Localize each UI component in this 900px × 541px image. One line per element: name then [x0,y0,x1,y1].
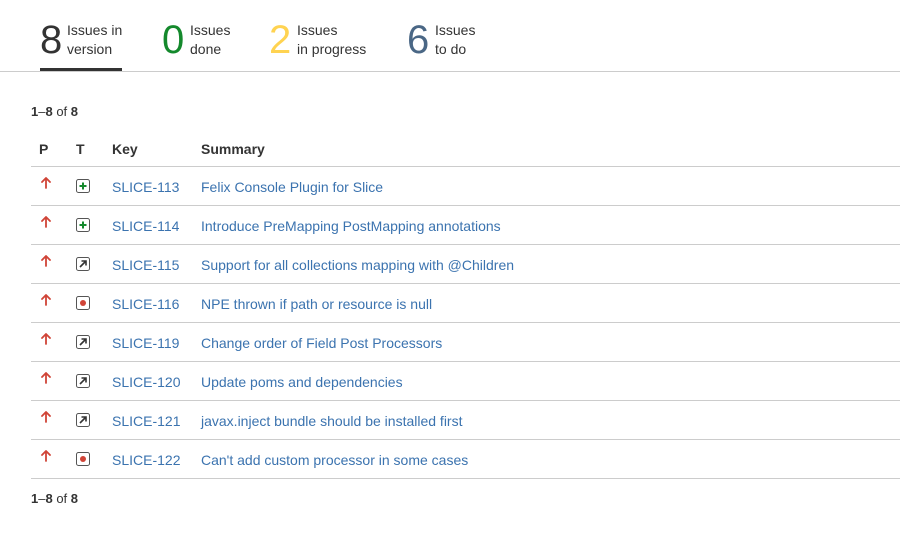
stat-issues-done[interactable]: 0 Issues done [162,18,234,71]
issue-summary-link[interactable]: Update poms and dependencies [201,373,403,391]
stat-number: 2 [269,18,292,62]
table-row: SLICE-116 NPE thrown if path or resource … [31,284,900,323]
pagination-count: 1–8 of 8 [31,104,79,119]
issues-table: P T Key Summary SLICE-113 Felix Console P… [31,128,900,479]
column-header-priority[interactable]: P [39,141,48,157]
issue-key-link[interactable]: SLICE-120 [112,373,180,391]
pagination-count-bottom: 1–8 of 8 [31,491,79,506]
table-row: SLICE-113 Felix Console Plugin for Slice [31,167,900,206]
table-row: SLICE-122 Can't add custom processor in s… [31,440,900,479]
table-row: SLICE-119 Change order of Field Post Proc… [31,323,900,362]
issue-key-link[interactable]: SLICE-119 [112,334,179,352]
stat-label: Issues in version [67,22,123,57]
stat-label: Issues done [190,22,231,57]
issue-summary-link[interactable]: Can't add custom processor in some cases [201,451,468,469]
issue-key-link[interactable]: SLICE-115 [112,256,179,274]
issue-summary-link[interactable]: javax.inject bundle should be installed … [201,412,463,430]
column-header-key[interactable]: Key [112,141,138,157]
issue-summary-link[interactable]: Support for all collections mapping with… [201,256,514,274]
stat-issues-in-progress[interactable]: 2 Issues in progress [269,18,373,71]
issue-key-link[interactable]: SLICE-116 [112,295,179,313]
issue-key-link[interactable]: SLICE-121 [112,412,180,430]
table-row: SLICE-115 Support for all collections map… [31,245,900,284]
issue-summary-link[interactable]: NPE thrown if path or resource is null [201,295,432,313]
table-row: SLICE-121 javax.inject bundle should be i… [31,401,900,440]
issue-stats-bar: 8 Issues in version 0 Issues done 2 Issues… [0,0,900,72]
stat-issues-to-do[interactable]: 6 Issues to do [407,18,481,71]
issue-summary-link[interactable]: Change order of Field Post Processors [201,334,442,352]
issue-summary-link[interactable]: Felix Console Plugin for Slice [201,178,383,196]
issue-key-link[interactable]: SLICE-113 [112,178,179,196]
stat-issues-in-version[interactable]: 8 Issues in version [40,18,122,71]
stat-number: 0 [162,18,185,62]
stat-number: 8 [40,18,63,62]
table-header: P T Key Summary [31,128,900,167]
stat-number: 6 [407,18,430,62]
table-row: SLICE-120 Update poms and dependencies [31,362,900,401]
stat-label: Issues to do [435,22,476,57]
table-row: SLICE-114 Introduce PreMapping PostMappin… [31,206,900,245]
table-body: SLICE-113 Felix Console Plugin for Slice S… [31,167,900,479]
issue-summary-link[interactable]: Introduce PreMapping PostMapping annotat… [201,217,501,235]
column-header-type[interactable]: T [76,141,85,157]
column-header-summary[interactable]: Summary [201,141,265,157]
issue-key-link[interactable]: SLICE-122 [112,451,180,469]
issue-key-link[interactable]: SLICE-114 [112,217,179,235]
stat-label: Issues in progress [297,22,367,57]
